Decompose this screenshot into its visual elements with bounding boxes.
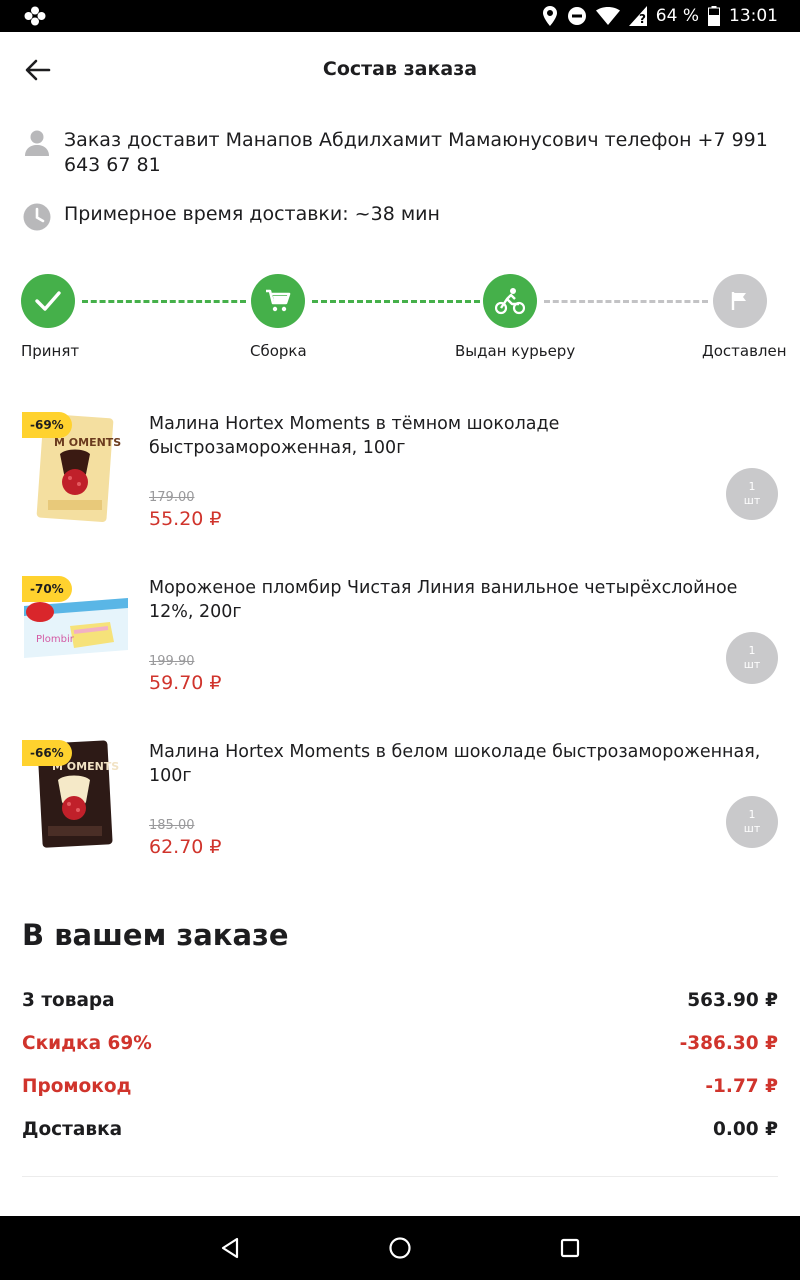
step-label-courier: Выдан курьеру xyxy=(455,342,576,360)
clock: 13:01 xyxy=(729,6,778,26)
flag-icon xyxy=(731,292,746,310)
summary-label: Доставка xyxy=(22,1119,123,1140)
person-icon xyxy=(25,130,49,156)
summary-title: В вашем заказе xyxy=(22,918,289,952)
app-notification-icon xyxy=(24,6,46,26)
circle-home-icon xyxy=(389,1237,411,1259)
old-price: 199.90 xyxy=(149,654,195,669)
clock-icon xyxy=(23,203,51,231)
product-name[interactable]: Малина Hortex Moments в тёмном шоколаде … xyxy=(149,412,769,460)
price: 55.20 ₽ xyxy=(149,508,222,530)
summary-value: -1.77 ₽ xyxy=(705,1076,778,1097)
discount-badge: -69% xyxy=(22,412,72,438)
system-nav-bar xyxy=(0,1216,800,1280)
summary-value: 563.90 ₽ xyxy=(687,990,778,1011)
cart-icon xyxy=(266,289,291,312)
product-name[interactable]: Малина Hortex Moments в белом шоколаде б… xyxy=(149,740,769,788)
list-item[interactable]: Plombir -70% Мороженое пломбир Чистая Ли… xyxy=(0,576,800,726)
old-price: 179.00 xyxy=(149,490,195,505)
summary-row-promocode: Промокод -1.77 ₽ xyxy=(22,1076,778,1097)
step-delivered xyxy=(713,274,767,328)
progress-line xyxy=(544,300,708,303)
do-not-disturb-icon xyxy=(567,7,586,25)
order-progress: Принят Сборка Выдан курьеру Доставлен xyxy=(0,274,800,364)
summary-row-items: 3 товара 563.90 ₽ xyxy=(22,990,778,1011)
quantity-badge: 1 шт xyxy=(726,796,778,848)
progress-line xyxy=(82,300,246,303)
courier-bike-icon xyxy=(495,288,525,315)
svg-text:?: ? xyxy=(639,12,646,26)
discount-badge: -66% xyxy=(22,740,72,766)
courier-info: Заказ доставит Манапов Абдилхамит Мамаюн… xyxy=(22,128,782,178)
step-accepted xyxy=(21,274,75,328)
quantity-badge: 1 шт xyxy=(726,468,778,520)
step-label-assembly: Сборка xyxy=(250,342,307,360)
price: 62.70 ₽ xyxy=(149,836,222,858)
square-recents-icon xyxy=(560,1238,580,1258)
divider xyxy=(22,1176,778,1177)
list-item[interactable]: M OMENTS -69% Малина Hortex Moments в тё… xyxy=(0,412,800,562)
list-item[interactable]: M OMENTS -66% Малина Hortex Moments в бе… xyxy=(0,740,800,890)
svg-text:M OMENTS: M OMENTS xyxy=(54,436,121,449)
summary-label: 3 товара xyxy=(22,990,115,1011)
price: 59.70 ₽ xyxy=(149,672,222,694)
quantity-value: 1 xyxy=(748,480,756,493)
summary-label: Промокод xyxy=(22,1076,132,1097)
summary-label: Скидка 69% xyxy=(22,1033,152,1054)
quantity-value: 1 xyxy=(748,644,756,657)
old-price: 185.00 xyxy=(149,818,195,833)
page-title: Состав заказа xyxy=(322,58,478,80)
triangle-back-icon xyxy=(221,1237,239,1259)
progress-line xyxy=(312,300,480,303)
step-assembly xyxy=(251,274,305,328)
delivery-time: Примерное время доставки: ~38 мин xyxy=(22,202,782,232)
status-bar: ? 64 % 13:01 xyxy=(0,0,800,32)
quantity-badge: 1 шт xyxy=(726,632,778,684)
nav-back-button[interactable] xyxy=(216,1234,244,1262)
summary-row-discount: Скидка 69% -386.30 ₽ xyxy=(22,1033,778,1054)
delivery-text: Примерное время доставки: ~38 мин xyxy=(64,203,440,225)
battery-icon xyxy=(708,6,720,26)
step-courier xyxy=(483,274,537,328)
quantity-unit: шт xyxy=(743,822,761,835)
quantity-unit: шт xyxy=(743,658,761,671)
product-name[interactable]: Мороженое пломбир Чистая Линия ванильное… xyxy=(149,576,769,624)
step-label-accepted: Принят xyxy=(21,342,80,360)
wifi-icon xyxy=(595,7,620,25)
location-icon xyxy=(542,6,557,26)
courier-text: Заказ доставит Манапов Абдилхамит Мамаюн… xyxy=(64,129,768,176)
step-label-delivered: Доставлен xyxy=(702,342,787,360)
battery-percent: 64 % xyxy=(655,6,699,26)
header: Состав заказа xyxy=(0,32,800,108)
nav-recents-button[interactable] xyxy=(556,1234,584,1262)
summary-row-delivery: Доставка 0.00 ₽ xyxy=(22,1119,778,1140)
signal-icon: ? xyxy=(628,6,647,26)
summary-value: -386.30 ₽ xyxy=(679,1033,778,1054)
quantity-unit: шт xyxy=(743,494,761,507)
quantity-value: 1 xyxy=(748,808,756,821)
nav-home-button[interactable] xyxy=(386,1234,414,1262)
svg-text:Plombir: Plombir xyxy=(36,634,75,645)
summary-value: 0.00 ₽ xyxy=(713,1119,778,1140)
check-icon xyxy=(35,291,61,311)
discount-badge: -70% xyxy=(22,576,72,602)
